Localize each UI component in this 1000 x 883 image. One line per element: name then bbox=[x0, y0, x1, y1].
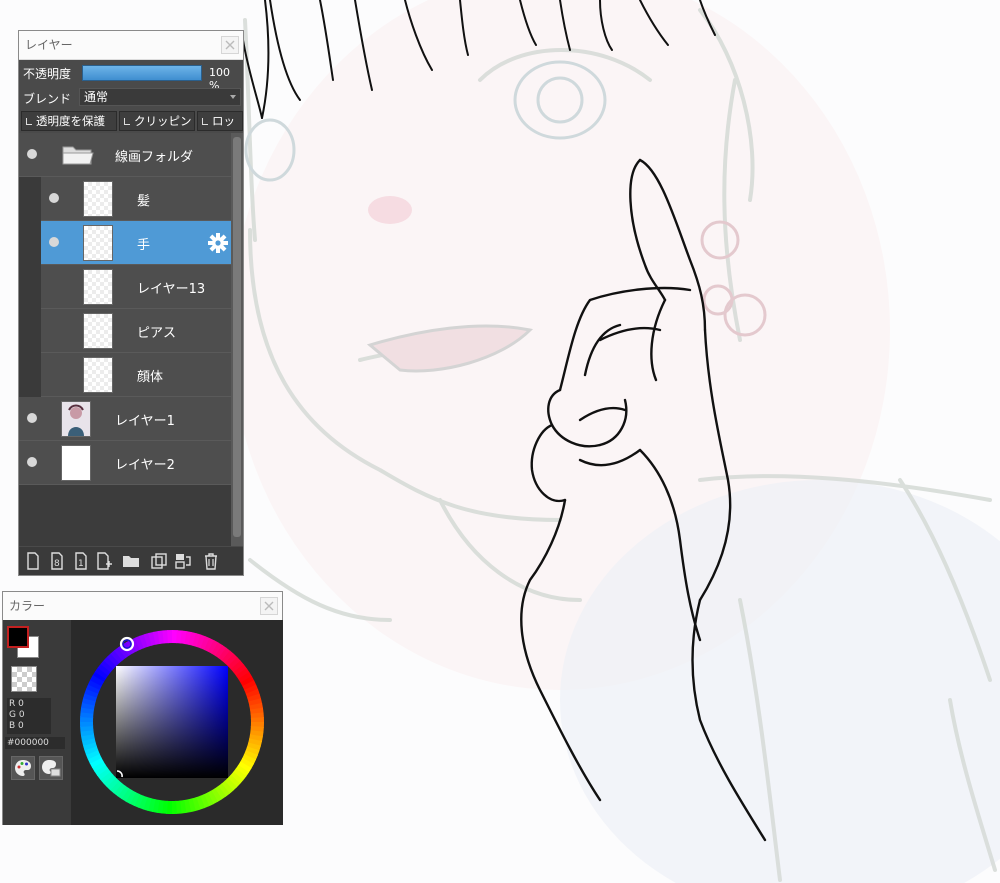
layer-item[interactable]: レイヤー13 bbox=[41, 265, 231, 309]
blend-mode-select[interactable]: 通常 bbox=[79, 88, 241, 106]
layer-thumbnail bbox=[83, 357, 113, 393]
transparent-color-swatch[interactable] bbox=[11, 666, 37, 692]
rgb-b-value: B 0 bbox=[9, 721, 24, 731]
layer-name: レイヤー13 bbox=[137, 282, 206, 297]
layer-name: ピアス bbox=[137, 326, 177, 341]
value-overlay bbox=[116, 666, 228, 778]
color-panel: カラー R 0 G 0 B 0 #000000 bbox=[2, 591, 283, 825]
close-icon bbox=[225, 40, 235, 50]
layer-list-scrollbar[interactable] bbox=[231, 133, 243, 546]
color-swatch-area: R 0 G 0 B 0 #000000 bbox=[3, 620, 71, 825]
visibility-icon[interactable] bbox=[49, 193, 59, 203]
opacity-slider[interactable] bbox=[82, 65, 202, 81]
checkbox-icon bbox=[124, 118, 130, 125]
new-8bit-layer-icon[interactable]: 8 bbox=[47, 551, 67, 571]
layer-name: 髪 bbox=[137, 194, 151, 209]
layer-toolbar: 8 1 bbox=[19, 547, 243, 575]
layer-item-folder[interactable]: 線画フォルダ bbox=[19, 133, 231, 177]
rgb-readout: R 0 G 0 B 0 bbox=[7, 698, 51, 734]
visibility-icon[interactable] bbox=[49, 237, 59, 247]
layer-name: 手 bbox=[137, 238, 151, 253]
blend-label: ブレンド bbox=[23, 92, 72, 106]
layer-item[interactable]: 髪 bbox=[41, 177, 231, 221]
layer-thumbnail bbox=[83, 225, 113, 261]
layer-list: 線画フォルダ 髪 手 レイヤー13 ピアス 顔体 レイヤー1 レイヤー2 bbox=[19, 133, 231, 546]
layer-item[interactable]: レイヤー1 bbox=[19, 397, 231, 441]
layer-thumbnail-image bbox=[61, 401, 91, 437]
portrait-thumbnail-icon bbox=[62, 402, 90, 436]
chevron-down-icon bbox=[230, 95, 236, 99]
lock-checkbox[interactable]: ロック bbox=[197, 111, 243, 146]
layer-thumbnail bbox=[83, 313, 113, 349]
layer-item[interactable]: レイヤー2 bbox=[19, 441, 231, 485]
visibility-icon[interactable] bbox=[27, 413, 37, 423]
scrollbar-thumb[interactable] bbox=[233, 137, 241, 537]
color-panel-title-text: カラー bbox=[9, 599, 46, 613]
color-panel-close-button[interactable] bbox=[260, 597, 278, 615]
hex-value: #000000 bbox=[7, 738, 49, 748]
layer-thumbnail bbox=[83, 269, 113, 305]
close-icon bbox=[264, 601, 274, 611]
foreground-color-swatch[interactable] bbox=[7, 626, 29, 648]
color-history-button[interactable] bbox=[39, 756, 63, 780]
palette-edit-icon bbox=[42, 760, 61, 777]
palette-icon bbox=[15, 760, 31, 776]
rgb-g-value: G 0 bbox=[9, 710, 25, 720]
protect-alpha-checkbox[interactable]: 透明度を保護 bbox=[21, 111, 117, 131]
checkbox-icon bbox=[26, 118, 32, 125]
new-layer-icon[interactable] bbox=[23, 551, 43, 571]
palette-button[interactable] bbox=[11, 756, 35, 780]
delete-layer-icon[interactable] bbox=[201, 551, 221, 571]
layer-name: レイヤー1 bbox=[115, 414, 175, 429]
new-folder-icon[interactable] bbox=[121, 551, 141, 571]
visibility-icon[interactable] bbox=[27, 457, 37, 467]
layer-item[interactable]: 顔体 bbox=[41, 353, 231, 397]
layer-name: 線画フォルダ bbox=[115, 150, 194, 165]
layer-panel-title-text: レイヤー bbox=[25, 38, 73, 52]
layer-name: 顔体 bbox=[137, 370, 164, 385]
gear-icon[interactable] bbox=[207, 232, 229, 254]
protect-alpha-label: 透明度を保護 bbox=[36, 114, 105, 128]
layer-name: レイヤー2 bbox=[115, 458, 175, 473]
layer-thumbnail bbox=[61, 445, 91, 481]
clipping-checkbox[interactable]: クリッピング bbox=[119, 111, 195, 146]
duplicate-layer-icon[interactable] bbox=[149, 551, 169, 571]
layer-panel: レイヤー 不透明度 100 % ブレンド 通常 透明度を保護 クリッピング ロッ… bbox=[18, 30, 244, 576]
layer-panel-close-button[interactable] bbox=[221, 36, 239, 54]
folder-indent-bar bbox=[19, 177, 41, 397]
new-1bit-layer-icon[interactable]: 1 bbox=[71, 551, 91, 571]
color-panel-title[interactable]: カラー bbox=[3, 592, 282, 621]
add-layer-menu-icon[interactable] bbox=[95, 551, 115, 571]
layer-item-selected[interactable]: 手 bbox=[41, 221, 231, 265]
layer-thumbnail bbox=[83, 181, 113, 217]
blend-mode-value: 通常 bbox=[84, 90, 109, 104]
color-wheel[interactable] bbox=[71, 620, 283, 825]
rgb-r-value: R 0 bbox=[9, 699, 24, 709]
layer-panel-title[interactable]: レイヤー bbox=[19, 31, 243, 60]
opacity-label: 不透明度 bbox=[23, 67, 72, 81]
layer-item[interactable]: ピアス bbox=[41, 309, 231, 353]
svg-text:1: 1 bbox=[78, 559, 84, 569]
merge-layer-icon[interactable] bbox=[173, 551, 193, 571]
color-wheel-area bbox=[71, 620, 283, 825]
visibility-icon[interactable] bbox=[27, 149, 37, 159]
hex-value-field[interactable]: #000000 bbox=[5, 737, 65, 749]
svg-text:8: 8 bbox=[54, 559, 60, 569]
checkbox-icon bbox=[202, 118, 208, 125]
folder-icon bbox=[62, 146, 94, 165]
